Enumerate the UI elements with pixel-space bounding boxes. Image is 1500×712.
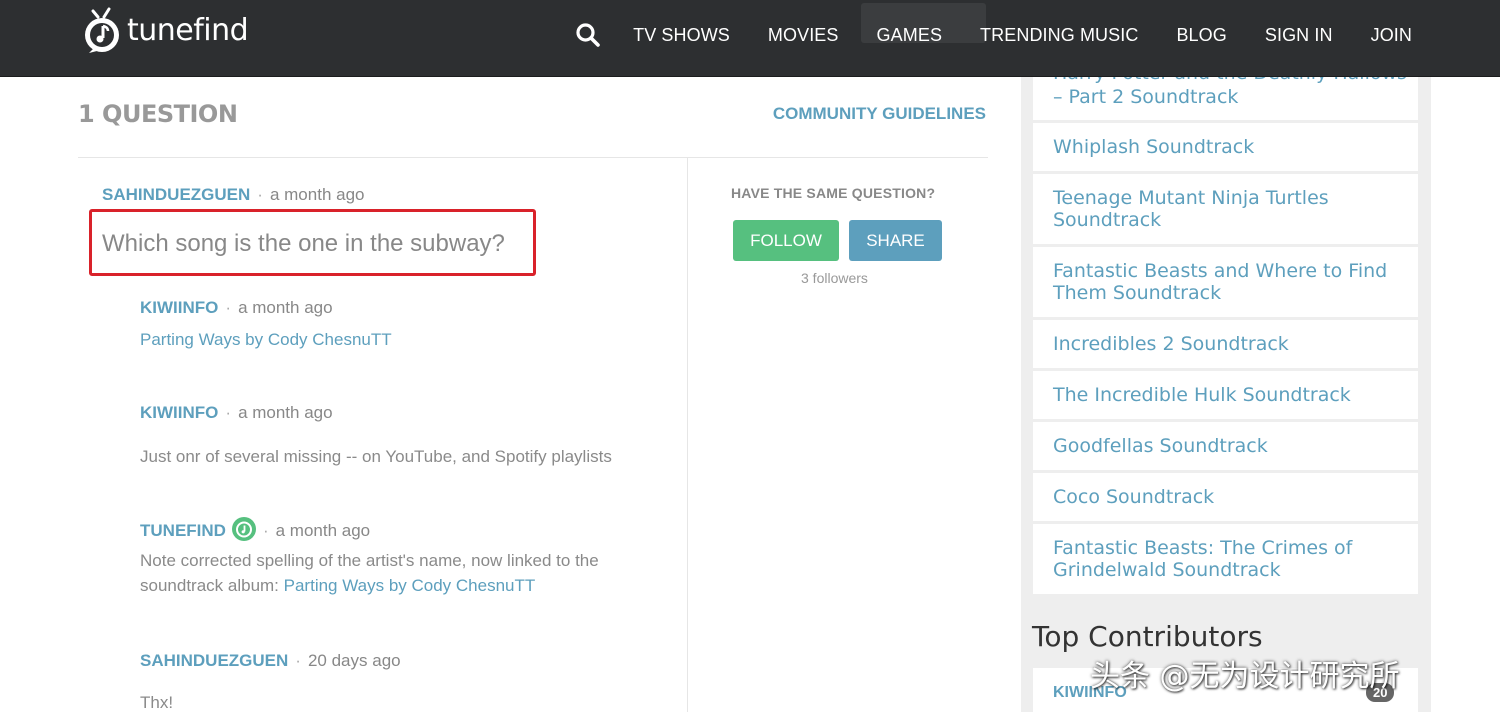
sidebar-item-label: – Part 2 Soundtrack xyxy=(1053,86,1239,108)
nav-movies[interactable]: MOVIES xyxy=(768,25,839,46)
sidebar-item[interactable]: Goodfellas Soundtrack xyxy=(1033,422,1418,470)
answer-time: a month ago xyxy=(238,298,333,317)
sidebar-item-label: Incredibles 2 Soundtrack xyxy=(1053,333,1289,355)
sidebar-item-label: The Incredible Hulk Soundtrack xyxy=(1053,384,1351,406)
share-button[interactable]: SHARE xyxy=(849,220,942,261)
tunefind-logo[interactable]: tunefind xyxy=(81,7,249,53)
nav-blog[interactable]: BLOG xyxy=(1176,25,1226,46)
divider xyxy=(78,157,988,158)
answer-meta: KIWIINFO · a month ago xyxy=(140,298,333,318)
followers-count: 3 followers xyxy=(801,270,868,286)
nav-join[interactable]: JOIN xyxy=(1371,25,1412,46)
logo-text: tunefind xyxy=(127,12,249,48)
tunefind-logo-icon xyxy=(81,7,123,53)
answer-author[interactable]: KIWIINFO xyxy=(140,298,218,317)
site-header: tunefind TV SHOWS MOVIES GAMES TRENDING … xyxy=(0,0,1500,77)
separator-dot: · xyxy=(225,403,232,422)
question-section: 1 QUESTION COMMUNITY GUIDELINES SAHINDUE… xyxy=(78,77,988,712)
sidebar-item-label: Goodfellas Soundtrack xyxy=(1053,435,1268,457)
search-icon[interactable] xyxy=(575,22,601,48)
nav-sign-in[interactable]: SIGN IN xyxy=(1265,25,1333,46)
answer-meta: KIWIINFO · a month ago xyxy=(140,403,333,423)
nav-trending-music[interactable]: TRENDING MUSIC xyxy=(980,25,1138,46)
nav-tv-shows[interactable]: TV SHOWS xyxy=(633,25,730,46)
question-meta: SAHINDUEZGUEN · a month ago xyxy=(102,185,364,205)
answer-time: 20 days ago xyxy=(307,651,401,670)
answer-meta: SAHINDUEZGUEN · 20 days ago xyxy=(140,651,401,671)
question-author[interactable]: SAHINDUEZGUEN xyxy=(102,185,250,204)
sidebar-item[interactable]: Coco Soundtrack xyxy=(1033,473,1418,521)
nav-games[interactable]: GAMES xyxy=(877,25,943,46)
related-sidebar: Harry Potter and the Deathly Hallows – P… xyxy=(1021,0,1431,712)
sidebar-item[interactable]: Whiplash Soundtrack xyxy=(1033,123,1418,171)
sidebar-item[interactable]: Fantastic Beasts: The Crimes of Grindelw… xyxy=(1033,524,1418,594)
question-count-heading: 1 QUESTION xyxy=(78,100,238,128)
separator-dot: · xyxy=(257,185,263,204)
community-guidelines-link[interactable]: COMMUNITY GUIDELINES xyxy=(773,104,986,124)
highlight-annotation-box xyxy=(89,209,536,276)
column-divider xyxy=(687,158,688,712)
sidebar-item[interactable]: Fantastic Beasts and Where to Find Them … xyxy=(1033,247,1418,317)
sidebar-item[interactable]: Incredibles 2 Soundtrack xyxy=(1033,320,1418,368)
tunefind-verified-icon xyxy=(231,517,256,541)
answer-meta: TUNEFIND · a month ago xyxy=(140,517,370,541)
sidebar-item[interactable]: Teenage Mutant Ninja Turtles Soundtrack xyxy=(1033,174,1418,244)
sidebar-item-label: Whiplash Soundtrack xyxy=(1053,136,1255,158)
answer-body: Parting Ways by Cody ChesnuTT xyxy=(140,327,392,352)
separator-dot: · xyxy=(225,298,232,317)
follow-button[interactable]: FOLLOW xyxy=(733,220,839,261)
watermark: 头条 @无为设计研究所 xyxy=(1090,659,1400,694)
sidebar-item-label: Teenage Mutant Ninja Turtles Soundtrack xyxy=(1053,187,1329,231)
same-question-prompt: HAVE THE SAME QUESTION? xyxy=(731,185,936,201)
top-contributors-title: Top Contributors xyxy=(1032,620,1263,653)
question-time: a month ago xyxy=(269,185,365,204)
song-link[interactable]: Parting Ways by Cody ChesnuTT xyxy=(284,576,536,595)
sidebar-item-label: Fantastic Beasts and Where to Find Them … xyxy=(1053,260,1388,304)
answer-author[interactable]: KIWIINFO xyxy=(140,403,218,422)
answer-body: Just onr of several missing -- on YouTub… xyxy=(140,447,612,466)
answer-author[interactable]: SAHINDUEZGUEN xyxy=(140,651,288,670)
answer-body: Note corrected spelling of the artist's … xyxy=(140,548,640,598)
answer-body: Thx! xyxy=(140,693,174,712)
sidebar-item-label: Coco Soundtrack xyxy=(1053,486,1215,508)
answer-time: a month ago xyxy=(275,521,371,540)
main-nav: TV SHOWS MOVIES GAMES TRENDING MUSIC BLO… xyxy=(575,0,1412,70)
sidebar-item[interactable]: The Incredible Hulk Soundtrack xyxy=(1033,371,1418,419)
answer-author[interactable]: TUNEFIND xyxy=(140,521,226,540)
separator-dot: · xyxy=(295,651,301,670)
song-link[interactable]: Parting Ways by Cody ChesnuTT xyxy=(140,330,392,349)
answer-time: a month ago xyxy=(238,403,333,422)
separator-dot: · xyxy=(262,521,269,540)
sidebar-item-label: Fantastic Beasts: The Crimes of Grindelw… xyxy=(1053,537,1353,581)
